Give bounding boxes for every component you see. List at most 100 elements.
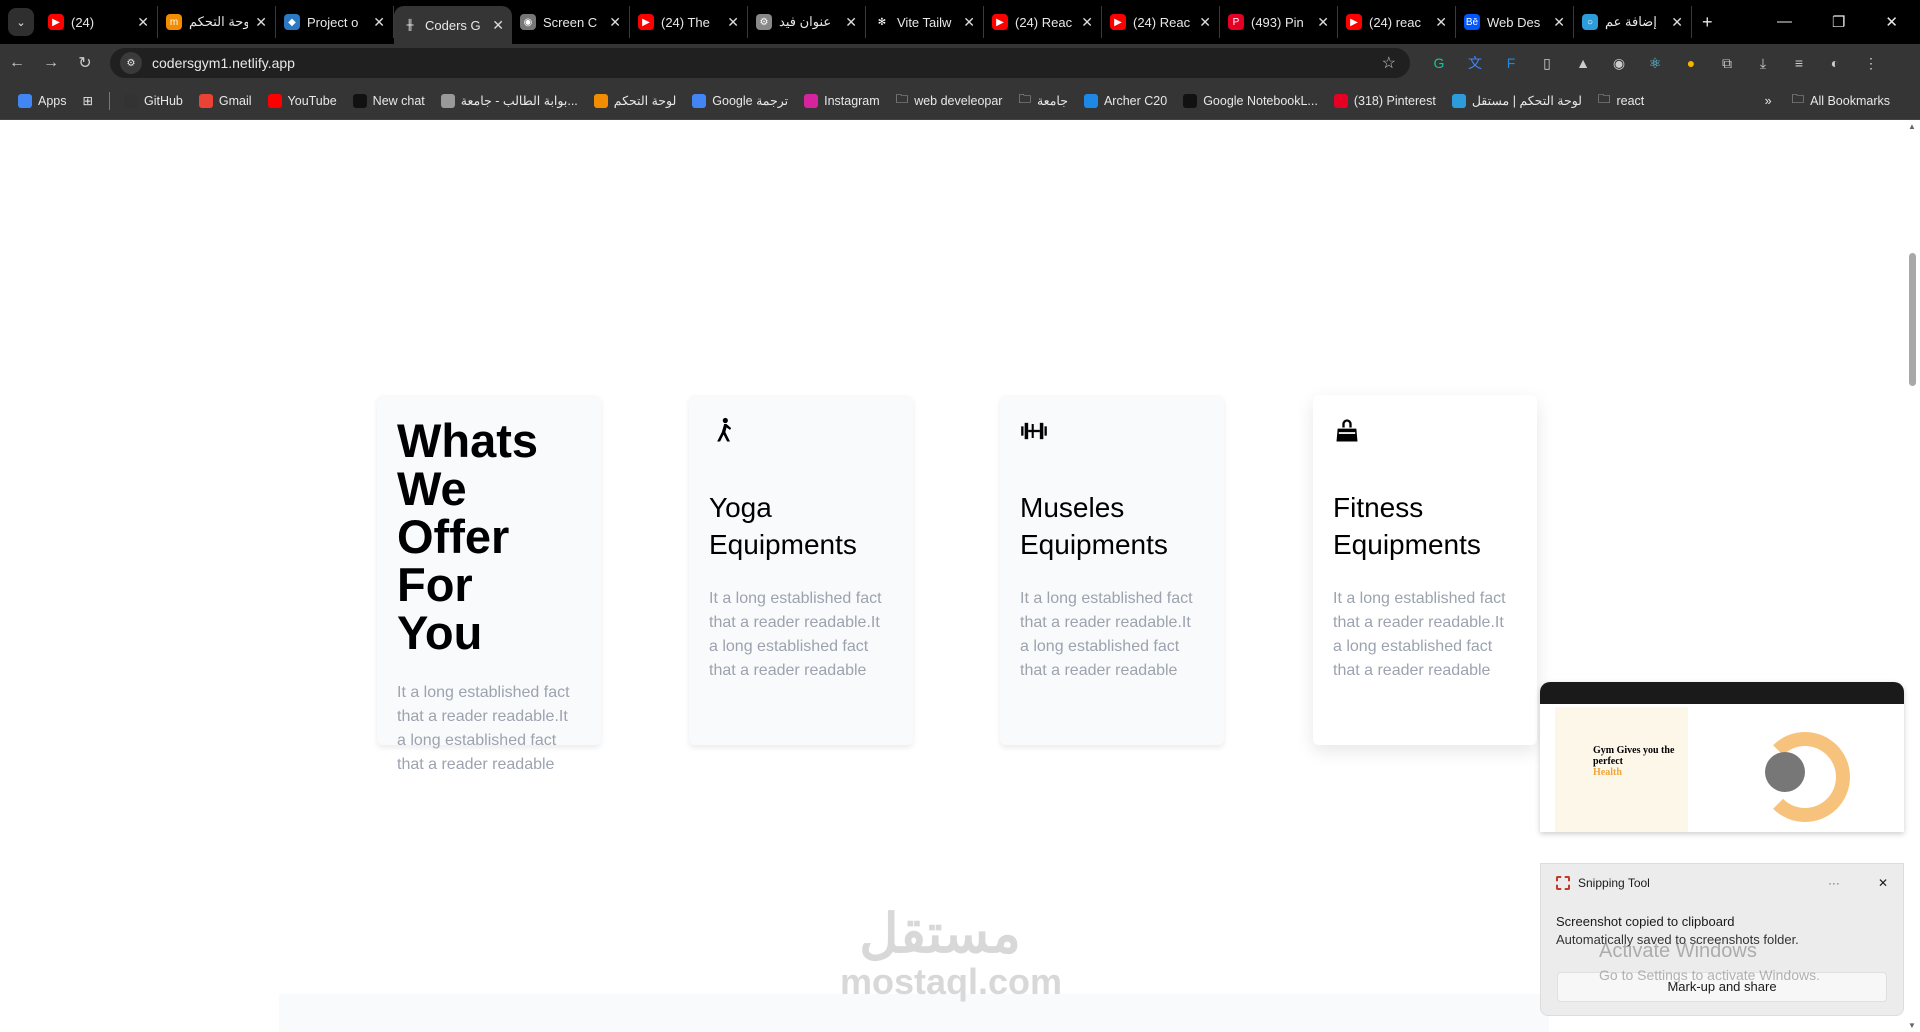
bookmark-favicon-icon xyxy=(1183,93,1198,108)
tab[interactable]: ◉ Screen C ✕ xyxy=(512,6,630,38)
site-info-icon[interactable]: ⚙ xyxy=(120,52,142,74)
close-tab-icon[interactable]: ✕ xyxy=(727,14,739,31)
card-title: Yoga Equipments xyxy=(709,492,857,560)
bookmark-item[interactable]: (318) Pinterest xyxy=(1333,93,1436,108)
close-tab-icon[interactable]: ✕ xyxy=(845,14,857,31)
restore-button[interactable]: ❐ xyxy=(1832,13,1845,31)
close-tab-icon[interactable]: ✕ xyxy=(1435,14,1447,31)
tab[interactable]: ▶ (24) ✕ xyxy=(40,6,158,38)
react-devtools-icon[interactable]: ⚛ xyxy=(1646,54,1664,72)
bookmark-item[interactable]: Apps xyxy=(18,93,67,108)
back-button[interactable]: ← xyxy=(0,54,34,72)
bookmark-item[interactable]: Instagram xyxy=(804,93,880,108)
profile-avatar[interactable]: ◐ xyxy=(1826,54,1844,72)
tab[interactable]: P (493) Pin ✕ xyxy=(1220,6,1338,38)
more-bookmarks-chevron-icon[interactable]: » xyxy=(1765,94,1772,108)
gear-icon: ⚙ xyxy=(756,14,772,30)
apps-grid-icon[interactable]: ⊞ xyxy=(83,93,93,108)
yoga-icon xyxy=(709,417,737,445)
browser-toolbar: ← → ↻ ⚙ codersgym1.netlify.app ☆ G 文 F ▯… xyxy=(0,44,1920,82)
media-control-icon[interactable]: ≡ xyxy=(1790,54,1808,72)
tab[interactable]: ✻ Vite Tailw ✕ xyxy=(866,6,984,38)
address-bar[interactable]: ⚙ codersgym1.netlify.app ☆ xyxy=(110,48,1410,78)
close-notification-button[interactable]: ✕ xyxy=(1878,876,1888,890)
close-tab-icon[interactable]: ✕ xyxy=(1671,14,1683,31)
bookmark-item[interactable]: GitHub xyxy=(123,93,183,108)
camera-extension-icon[interactable]: ◉ xyxy=(1610,54,1628,72)
screenshot-thumbnail[interactable]: Gym Gives you the perfect Health xyxy=(1540,682,1904,832)
page-scrollbar[interactable]: ▲ ▼ xyxy=(1905,120,1920,1032)
device-extension-icon[interactable]: ▯ xyxy=(1538,54,1556,72)
download-icon[interactable]: ⤓ xyxy=(1754,54,1772,72)
openai-icon: ✻ xyxy=(874,14,890,30)
bookmark-item[interactable]: بوابة الطالب - جامعة... xyxy=(440,93,578,108)
extensions-puzzle-icon[interactable]: ⧉ xyxy=(1718,54,1736,72)
bookmark-item[interactable]: لوحة التحكم | مستقل xyxy=(1451,93,1582,108)
forward-button[interactable]: → xyxy=(34,54,68,72)
bookmark-favicon-icon xyxy=(593,93,608,108)
bookmark-star-icon[interactable]: ☆ xyxy=(1382,53,1396,73)
tab[interactable]: ▶ (24) Reac ✕ xyxy=(1102,6,1220,38)
translate-extension-icon[interactable]: 文 xyxy=(1466,54,1484,72)
bookmark-favicon-icon xyxy=(352,93,367,108)
bookmark-item[interactable]: 🗀 web develeopar xyxy=(896,90,1003,111)
pinterest-icon: P xyxy=(1228,14,1244,30)
bookmark-item[interactable]: 🗀 جامعة xyxy=(1018,90,1067,111)
bookmark-item[interactable]: 🗀 react xyxy=(1598,90,1644,111)
bookmark-favicon-icon xyxy=(1083,93,1098,108)
fi-extension-icon[interactable]: F xyxy=(1502,54,1520,72)
close-tab-icon[interactable]: ✕ xyxy=(137,14,149,31)
tab[interactable]: ◆ Project o ✕ xyxy=(276,6,394,38)
grammarly-extension-icon[interactable]: G xyxy=(1430,54,1448,72)
close-tab-icon[interactable]: ✕ xyxy=(255,14,267,31)
tab[interactable]: ▶ (24) The ✕ xyxy=(630,6,748,38)
folder-icon: 🗀 xyxy=(895,92,909,106)
tab[interactable]: ○ إضافة عم ✕ xyxy=(1574,6,1692,38)
mostaql-icon: m xyxy=(166,14,182,30)
tab[interactable]: Bē Web Des ✕ xyxy=(1456,6,1574,38)
close-tab-icon[interactable]: ✕ xyxy=(963,14,975,31)
card-text: It a long established fact that a reader… xyxy=(1333,590,1506,679)
card-title: Museles Equipments xyxy=(1020,492,1168,560)
card-text: It a long established fact that a reader… xyxy=(709,590,882,679)
scrollbar-thumb[interactable] xyxy=(1909,253,1916,386)
bookmark-item[interactable]: Google NotebookL... xyxy=(1183,93,1318,108)
tab[interactable]: ╫ Coders G ✕ xyxy=(394,6,512,44)
close-tab-icon[interactable]: ✕ xyxy=(1081,14,1093,31)
bookmark-item[interactable]: YouTube xyxy=(267,93,337,108)
tab[interactable]: ▶ (24) Reac ✕ xyxy=(984,6,1102,38)
close-tab-icon[interactable]: ✕ xyxy=(492,17,504,34)
minimize-button[interactable]: — xyxy=(1777,13,1792,31)
vuetify-extension-icon[interactable]: ▲ xyxy=(1574,54,1592,72)
bookmark-favicon-icon xyxy=(123,93,138,108)
snipping-tool-icon xyxy=(1556,876,1570,890)
more-options-button[interactable]: ··· xyxy=(1828,876,1840,890)
bookmark-item[interactable]: لوحة التحكم xyxy=(593,93,676,108)
tab[interactable]: m لوحة التحكم ✕ xyxy=(158,6,276,38)
bookmark-item[interactable]: New chat xyxy=(352,93,425,108)
close-tab-icon[interactable]: ✕ xyxy=(1199,14,1211,31)
diamond-icon: ◆ xyxy=(284,14,300,30)
dumbbell-icon: ╫ xyxy=(402,17,418,33)
color-extension-icon[interactable]: ● xyxy=(1682,54,1700,72)
tab-search-button[interactable]: ⌄ xyxy=(8,8,34,36)
bookmark-favicon-icon xyxy=(440,93,455,108)
close-tab-icon[interactable]: ✕ xyxy=(1317,14,1329,31)
new-tab-button[interactable]: + xyxy=(1702,12,1713,33)
gym-bag-icon xyxy=(1333,417,1361,445)
bookmark-item[interactable]: Gmail xyxy=(198,93,252,108)
reload-button[interactable]: ↻ xyxy=(68,53,102,73)
youtube-icon: ▶ xyxy=(48,14,64,30)
bookmark-favicon-icon xyxy=(267,93,282,108)
bookmark-item[interactable]: Archer C20 xyxy=(1083,93,1167,108)
menu-kebab-icon[interactable]: ⋮ xyxy=(1862,54,1880,72)
service-card: Yoga Equipments It a long established fac… xyxy=(689,395,913,745)
close-tab-icon[interactable]: ✕ xyxy=(373,14,385,31)
close-tab-icon[interactable]: ✕ xyxy=(609,14,621,31)
all-bookmarks[interactable]: 🗀 All Bookmarks xyxy=(1792,90,1890,111)
close-window-button[interactable]: ✕ xyxy=(1885,13,1898,31)
bookmark-item[interactable]: Google ترجمة xyxy=(692,93,788,108)
tab[interactable]: ▶ (24) reac ✕ xyxy=(1338,6,1456,38)
tab[interactable]: ⚙ عنوان فيد ✕ xyxy=(748,6,866,38)
close-tab-icon[interactable]: ✕ xyxy=(1553,14,1565,31)
